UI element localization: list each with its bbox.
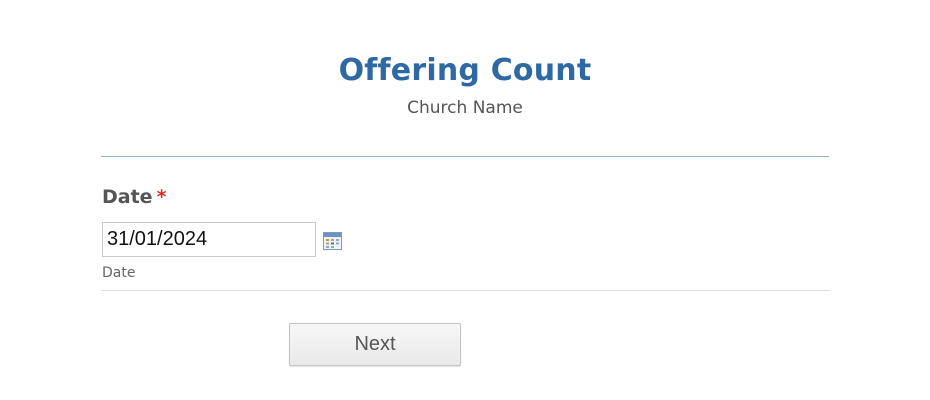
calendar-icon[interactable]	[323, 232, 342, 250]
date-field-label: Date *	[102, 185, 167, 209]
form-title: Offering Count	[338, 53, 592, 88]
form-header: Offering Count Church Name	[101, 0, 829, 157]
date-field-section: Date* Date	[101, 157, 830, 291]
date-sublabel: Date	[102, 265, 136, 281]
form-subtitle: Church Name	[407, 98, 523, 118]
next-button[interactable]: Next	[289, 323, 461, 366]
date-label-text: Date	[102, 186, 153, 208]
required-marker: *	[156, 186, 167, 208]
date-input[interactable]	[102, 222, 316, 257]
